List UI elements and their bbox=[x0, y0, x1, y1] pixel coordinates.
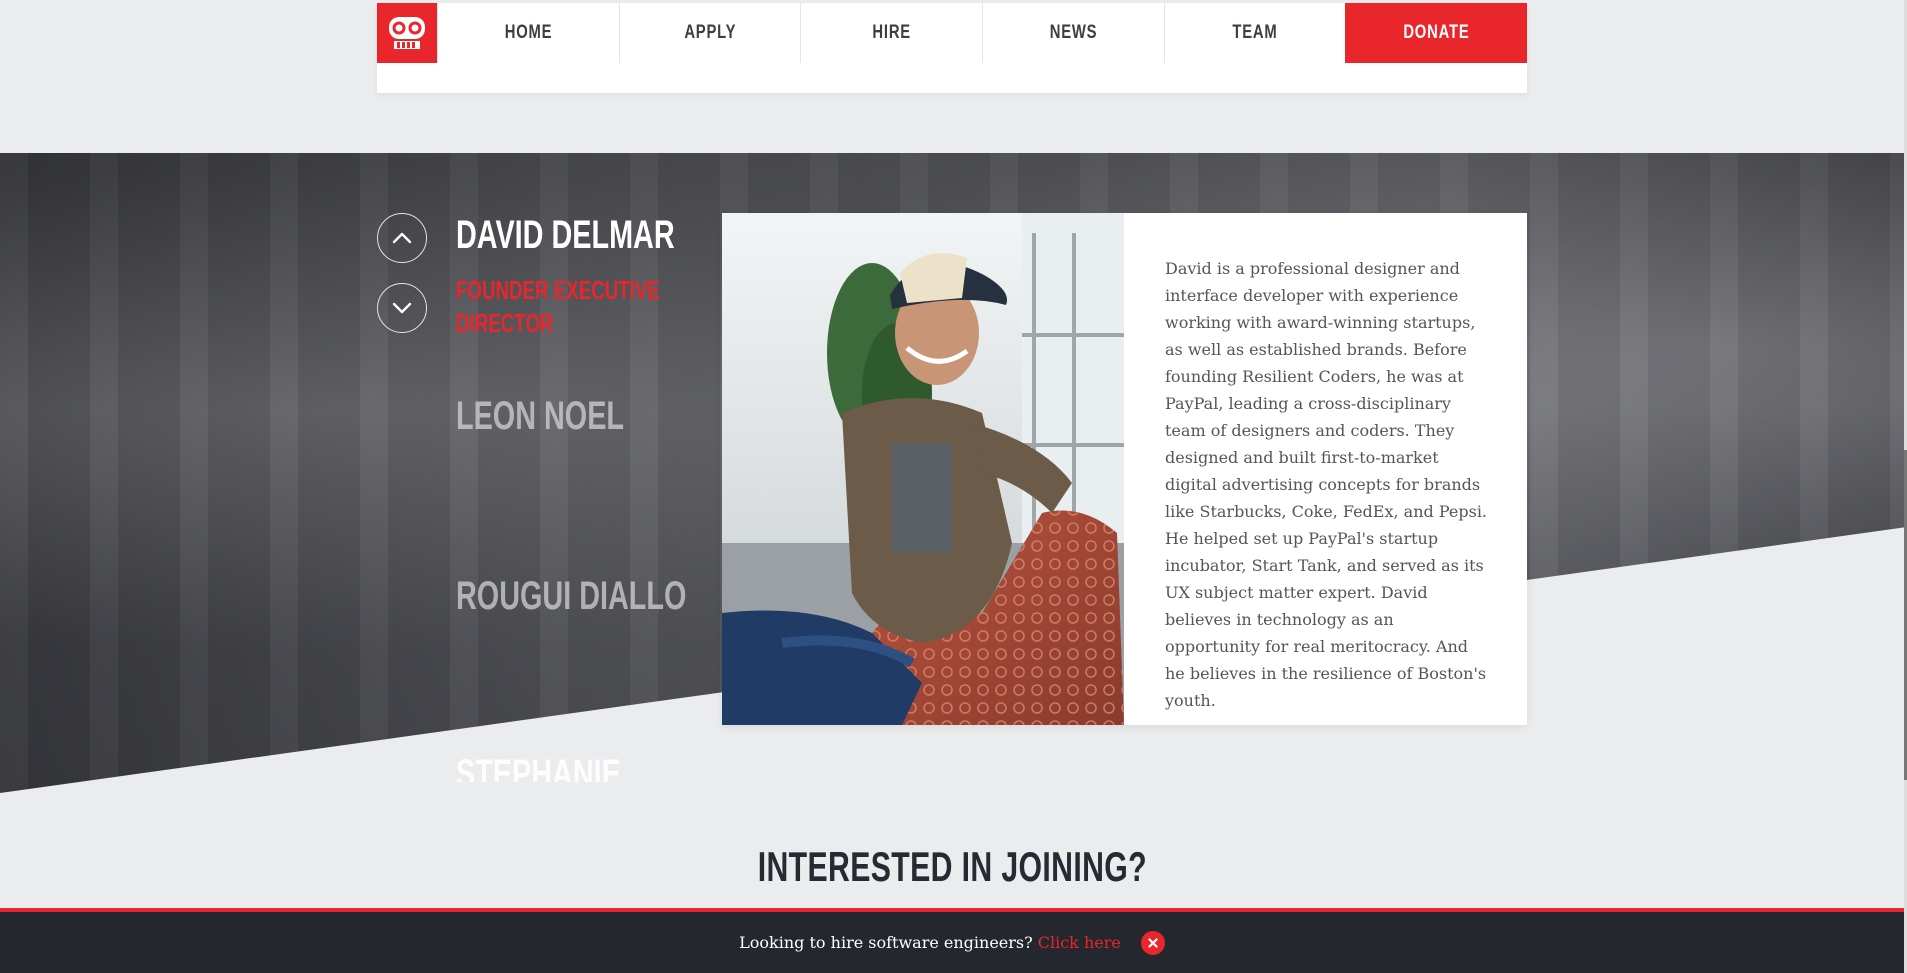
close-icon bbox=[1148, 937, 1158, 948]
close-notice-button[interactable] bbox=[1140, 930, 1165, 955]
nav-hire[interactable]: HIRE bbox=[800, 3, 982, 63]
profile-photo-illustration bbox=[722, 213, 1124, 725]
nav-news-label: NEWS bbox=[1049, 22, 1098, 43]
nav-home[interactable]: HOME bbox=[436, 3, 619, 63]
nav-donate-button[interactable]: DONATE bbox=[1345, 3, 1528, 63]
profile-photo bbox=[722, 213, 1124, 725]
member-name-leon-noel[interactable]: LEON NOEL bbox=[456, 394, 624, 439]
chevron-down-icon bbox=[392, 302, 412, 314]
nav-apply-label: APPLY bbox=[683, 22, 736, 43]
next-member-button[interactable] bbox=[377, 283, 427, 333]
chevron-up-icon bbox=[392, 232, 412, 244]
nav-donate-label: DONATE bbox=[1403, 22, 1470, 43]
joining-section: INTERESTED IN JOINING? bbox=[0, 843, 1904, 891]
hire-notice-text: Looking to hire software engineers? bbox=[739, 933, 1033, 952]
profile-bio: David is a professional designer and int… bbox=[1165, 259, 1488, 710]
previous-member-button[interactable] bbox=[377, 213, 427, 263]
active-member-name[interactable]: DAVID DELMAR bbox=[456, 213, 675, 258]
member-name-stephanie[interactable]: STEPHANIE bbox=[456, 752, 621, 782]
nav-home-label: HOME bbox=[504, 22, 553, 43]
nav-apply[interactable]: APPLY bbox=[618, 3, 801, 63]
nav-team-label: TEAM bbox=[1232, 22, 1278, 43]
joining-heading: INTERESTED IN JOINING? bbox=[757, 843, 1147, 890]
role-line-1: FOUNDER EXECUTIVE bbox=[456, 275, 660, 305]
hire-notice-link[interactable]: Click here bbox=[1038, 933, 1121, 952]
active-member-role: FOUNDER EXECUTIVE DIRECTOR bbox=[456, 274, 660, 340]
logo-link[interactable] bbox=[377, 3, 437, 63]
nav-news[interactable]: NEWS bbox=[981, 3, 1164, 63]
role-line-2: DIRECTOR bbox=[456, 308, 554, 338]
main-nav: HOME APPLY HIRE NEWS TEAM DONATE bbox=[377, 3, 1528, 63]
profile-card: David is a professional designer and int… bbox=[722, 213, 1527, 725]
member-name-rougui-diallo[interactable]: ROUGUI DIALLO bbox=[456, 574, 686, 619]
nav-hire-label: HIRE bbox=[872, 22, 911, 43]
nav-team[interactable]: TEAM bbox=[1163, 3, 1346, 63]
nav-card: HOME APPLY HIRE NEWS TEAM DONATE bbox=[377, 3, 1528, 93]
robot-logo-icon bbox=[388, 17, 425, 49]
hire-notice-bar: Looking to hire software engineers? Clic… bbox=[0, 908, 1904, 973]
